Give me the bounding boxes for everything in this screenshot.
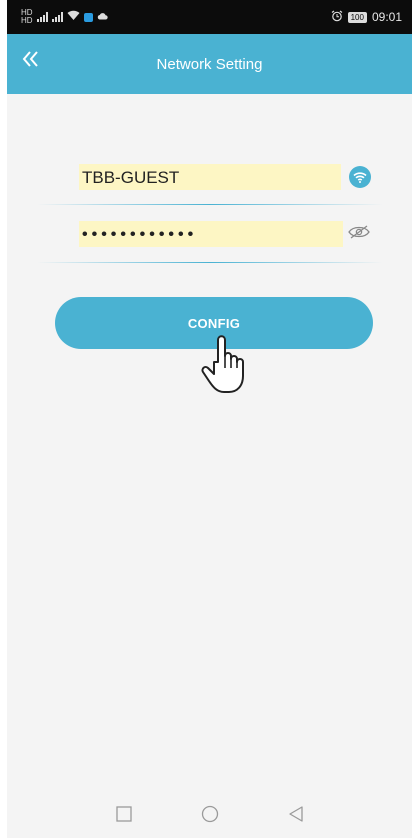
signal-2-icon [51, 12, 63, 22]
password-underline [37, 262, 383, 263]
battery-icon: 100 [347, 11, 367, 23]
app-header: Network Setting [7, 34, 412, 94]
app-notification-icon [83, 12, 93, 22]
sim2-label: HD [21, 16, 33, 25]
wifi-icon[interactable] [349, 166, 371, 188]
home-circle-icon[interactable] [198, 802, 222, 826]
phone-screen: HD HD 100 09:01 Network Setting TBB-GUES… [7, 0, 412, 838]
status-time: 09:01 [371, 10, 402, 24]
signal-1-icon [36, 12, 48, 22]
wifi-status-icon [67, 10, 80, 24]
ssid-underline [37, 204, 383, 205]
status-bar: HD HD 100 09:01 [7, 0, 412, 34]
system-nav-bar [7, 790, 412, 838]
ssid-input[interactable] [79, 164, 344, 192]
sim-indicators: HD HD [21, 9, 33, 25]
cloud-icon [97, 12, 108, 23]
recent-apps-square-icon[interactable] [112, 802, 136, 826]
password-input[interactable] [79, 221, 344, 249]
alarm-icon [331, 10, 343, 25]
status-left: HD HD [21, 9, 108, 25]
ssid-row [37, 160, 383, 206]
pointer-hand-icon [200, 332, 254, 401]
password-row [37, 218, 383, 264]
back-triangle-icon[interactable] [284, 802, 308, 826]
page-title: Network Setting [156, 55, 263, 73]
eye-hidden-icon[interactable] [347, 224, 373, 246]
status-right: 100 09:01 [331, 10, 402, 25]
back-double-chevron-icon[interactable] [21, 48, 41, 76]
